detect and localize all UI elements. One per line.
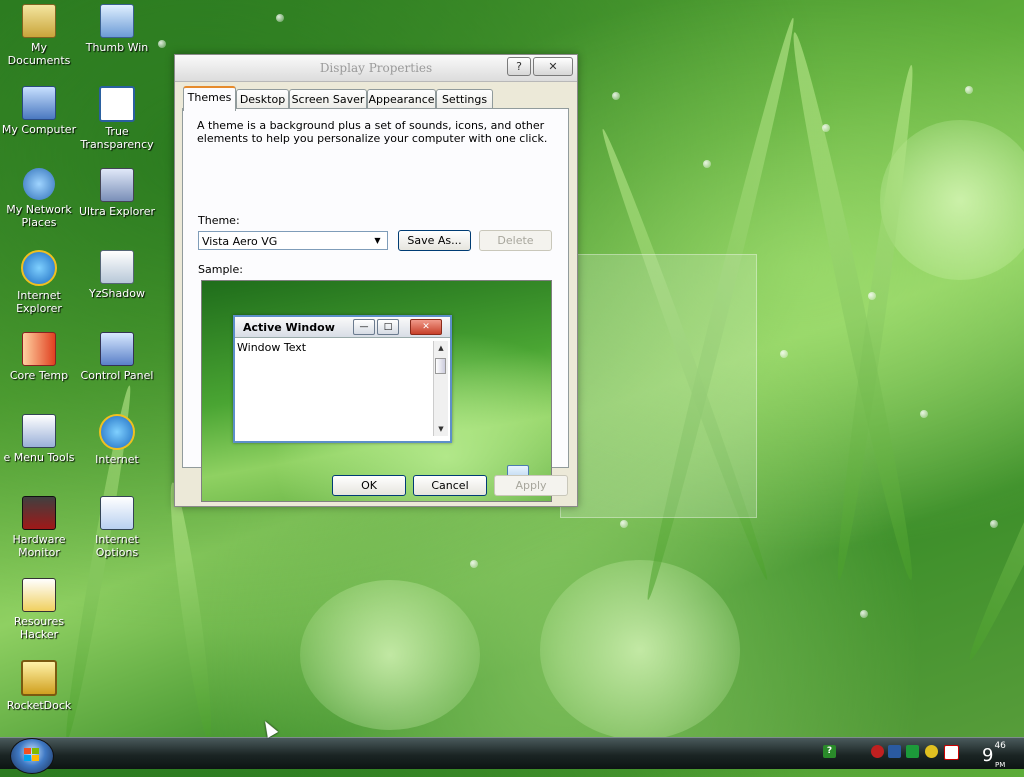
desktop-icon-yzshadow[interactable]: YzShadow bbox=[78, 250, 156, 300]
desktop-icon-true-transparency[interactable]: True Transparency bbox=[78, 86, 156, 151]
desktop-icon-my-network-places[interactable]: My Network Places bbox=[0, 168, 78, 229]
network-icon[interactable] bbox=[888, 745, 901, 758]
desktop-icon-label: RocketDock bbox=[6, 699, 72, 712]
yzshadow-icon bbox=[100, 250, 134, 284]
help-icon[interactable]: ? bbox=[823, 745, 836, 758]
ultra-explorer-icon bbox=[100, 168, 134, 202]
sample-label: Sample: bbox=[198, 263, 243, 276]
taskbar-clock[interactable]: 946 PM bbox=[982, 740, 1006, 769]
desktop-icon-label: My Computer bbox=[1, 123, 77, 136]
internet-explorer-icon bbox=[99, 414, 135, 450]
thermometer-icon bbox=[22, 332, 56, 366]
desktop-icon-ultra-explorer[interactable]: Ultra Explorer bbox=[78, 168, 156, 218]
tab-appearance[interactable]: Appearance bbox=[367, 89, 436, 109]
desktop-icon-internet-explorer[interactable]: Internet Explorer bbox=[0, 250, 78, 315]
translucent-window-ghost bbox=[560, 254, 757, 518]
tab-themes[interactable]: Themes bbox=[183, 86, 236, 111]
desktop-icon-label: e Menu Tools bbox=[3, 451, 75, 464]
help-button[interactable]: ? bbox=[507, 57, 531, 76]
desktop-icon-internet-options[interactable]: Internet Options bbox=[78, 496, 156, 559]
sample-scrollbar: ▲ ▼ bbox=[433, 341, 448, 436]
cancel-button[interactable]: Cancel bbox=[413, 475, 487, 496]
resource-hacker-icon bbox=[22, 578, 56, 612]
desktop-icon-thumb-win[interactable]: Thumb Win bbox=[78, 4, 156, 54]
sample-window-title: Active Window bbox=[243, 321, 335, 334]
help-glyph: ? bbox=[826, 746, 833, 756]
apply-button[interactable]: Apply bbox=[494, 475, 568, 496]
rocketdock-icon bbox=[21, 660, 57, 696]
start-button[interactable] bbox=[10, 738, 54, 774]
desktop-icon-menu-tools[interactable]: e Menu Tools bbox=[0, 414, 78, 464]
desktop-icon-resource-hacker[interactable]: Resoures Hacker bbox=[0, 578, 78, 641]
internet-options-icon bbox=[100, 496, 134, 530]
desktop-icon-label: My Network Places bbox=[6, 203, 72, 229]
clock-minutes: 46 bbox=[994, 741, 1006, 751]
ok-button[interactable]: OK bbox=[332, 475, 406, 496]
desktop-icon-internet[interactable]: Internet bbox=[78, 414, 156, 466]
theme-label: Theme: bbox=[198, 214, 240, 227]
themes-panel: A theme is a background plus a set of so… bbox=[182, 108, 569, 502]
minimize-icon: — bbox=[353, 319, 375, 335]
thumb-win-icon bbox=[100, 4, 134, 38]
tab-settings[interactable]: Settings bbox=[436, 89, 493, 109]
theme-select[interactable]: Vista Aero VG ▼ bbox=[198, 231, 388, 250]
scroll-down-icon: ▼ bbox=[438, 425, 444, 433]
tab-screen-saver[interactable]: Screen Saver bbox=[289, 89, 367, 109]
desktop-icon-label: True Transparency bbox=[80, 125, 154, 151]
desktop-icon-label: Thumb Win bbox=[85, 41, 149, 54]
hardware-monitor-icon bbox=[22, 496, 56, 530]
desktop-icon-control-panel[interactable]: Control Panel bbox=[78, 332, 156, 382]
chevron-down-icon[interactable]: ▼ bbox=[370, 233, 385, 248]
scroll-thumb bbox=[435, 358, 446, 374]
themes-description: A theme is a background plus a set of so… bbox=[197, 119, 548, 145]
sample-window-text: Window Text bbox=[237, 341, 307, 354]
clock-hour: 9 bbox=[982, 745, 994, 766]
desktop-icon-label: Internet bbox=[95, 453, 139, 466]
desktop-icon-label: Resoures Hacker bbox=[13, 615, 65, 641]
save-as-button[interactable]: Save As... bbox=[398, 230, 471, 251]
internet-explorer-icon bbox=[21, 250, 57, 286]
first-aid-icon[interactable] bbox=[944, 745, 959, 760]
sample-active-window: Active Window — □ ✕ Window Text ▲ ▼ bbox=[233, 315, 452, 443]
desktop-icon-label: Internet Explorer bbox=[16, 289, 62, 315]
network-places-icon bbox=[23, 168, 55, 200]
desktop-icon-hardware-monitor[interactable]: Hardware Monitor bbox=[0, 496, 78, 559]
display-properties-dialog: Display Properties ? ✕ Themes Desktop Sc… bbox=[174, 54, 578, 507]
tab-desktop[interactable]: Desktop bbox=[236, 89, 289, 109]
desktop-icon-my-computer[interactable]: My Computer bbox=[0, 86, 78, 136]
maximize-icon: □ bbox=[377, 319, 399, 335]
desktop-icon-label: Control Panel bbox=[80, 369, 154, 382]
theme-select-value: Vista Aero VG bbox=[202, 235, 278, 248]
desktop-icon-label: YzShadow bbox=[89, 287, 145, 300]
close-button[interactable]: ✕ bbox=[533, 57, 573, 76]
desktop-icon-my-documents[interactable]: My Documents bbox=[0, 4, 78, 67]
desktop-icon-label: Ultra Explorer bbox=[79, 205, 155, 218]
desktop-icon-rocketdock[interactable]: RocketDock bbox=[0, 660, 78, 712]
computer-icon bbox=[22, 86, 56, 120]
menu-tools-icon bbox=[22, 414, 56, 448]
desktop-icon-label: Hardware Monitor bbox=[12, 533, 66, 559]
desktop-icon-core-temp[interactable]: Core Temp bbox=[0, 332, 78, 382]
delete-button[interactable]: Delete bbox=[479, 230, 552, 251]
true-transparency-icon bbox=[99, 86, 135, 122]
folder-documents-icon bbox=[22, 4, 56, 38]
help-icon: ? bbox=[516, 60, 522, 73]
security-shield-icon[interactable] bbox=[871, 745, 884, 758]
dialog-titlebar[interactable]: Display Properties ? ✕ bbox=[175, 55, 577, 82]
scroll-up-icon: ▲ bbox=[438, 344, 444, 352]
close-icon: ✕ bbox=[548, 60, 558, 73]
windows-logo-icon bbox=[24, 748, 40, 762]
control-panel-icon bbox=[100, 332, 134, 366]
check-icon[interactable] bbox=[906, 745, 919, 758]
desktop-icon-label: Core Temp bbox=[9, 369, 69, 382]
smiley-icon[interactable] bbox=[925, 745, 938, 758]
close-icon: ✕ bbox=[410, 319, 442, 335]
desktop-icon-label: My Documents bbox=[7, 41, 71, 67]
desktop-icon-label: Internet Options bbox=[95, 533, 139, 559]
sample-preview: Active Window — □ ✕ Window Text ▲ ▼ bbox=[201, 280, 552, 502]
sample-window-titlebar: Active Window — □ ✕ bbox=[235, 317, 450, 338]
clock-ampm: PM bbox=[995, 761, 1006, 769]
